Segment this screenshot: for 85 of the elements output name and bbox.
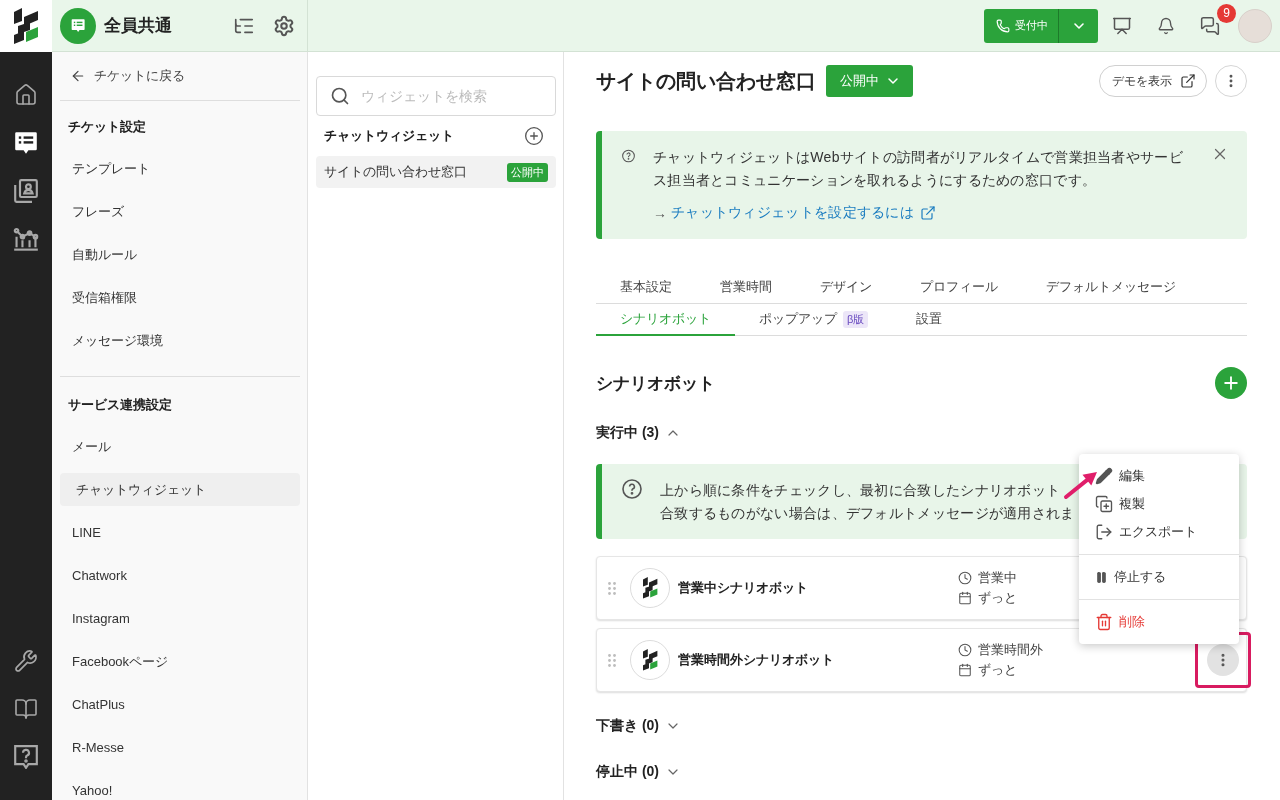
sidebar-item[interactable]: メッセージ環境 bbox=[60, 324, 300, 357]
workspace-title: 全員共通 bbox=[104, 15, 173, 37]
group-toggle[interactable]: 下書き (0) bbox=[596, 714, 681, 738]
tab[interactable]: ポップアップ β版 bbox=[735, 304, 893, 336]
plus-circle-icon bbox=[524, 126, 544, 146]
bot-name: 営業中シナリオボット bbox=[678, 579, 809, 597]
notice-text: 上から順に条件をチェックし、最初に合致したシナリオボット bbox=[660, 481, 1061, 500]
clock-icon bbox=[958, 571, 972, 585]
period-text: ずっと bbox=[978, 661, 1017, 679]
page-title: サイトの問い合わせ窓口 bbox=[596, 68, 816, 94]
help-icon bbox=[14, 745, 38, 769]
tab[interactable]: デザイン bbox=[796, 272, 896, 304]
tab[interactable]: プロフィール bbox=[896, 272, 1022, 304]
sidebar-item[interactable]: チャットウィジェット bbox=[60, 473, 300, 506]
sidebar-item[interactable]: フレーズ bbox=[60, 195, 300, 228]
home-icon bbox=[14, 83, 38, 107]
settings-icon bbox=[273, 14, 295, 37]
status-dropdown-button[interactable] bbox=[1058, 8, 1098, 43]
sidebar-item[interactable]: Facebookページ bbox=[60, 645, 300, 678]
section-title: シナリオボット bbox=[596, 372, 715, 395]
back-link[interactable]: チケットに戻る bbox=[60, 52, 300, 100]
pencil-icon bbox=[1095, 467, 1113, 485]
sidebar-item[interactable]: Chatwork bbox=[60, 559, 300, 592]
notice-text: チャットウィジェットはWebサイトの訪問者がリアルタイムで営業担当者やサービス担当者とコミュニケーションを取れるようにするための窓口です。 bbox=[653, 148, 1184, 190]
status-badge: 公開中 bbox=[507, 162, 548, 182]
message-card-icon bbox=[14, 131, 38, 155]
plus-icon bbox=[1221, 373, 1241, 393]
chat-bubbles-icon bbox=[1200, 15, 1220, 36]
widget-list-item[interactable]: サイトの問い合わせ窓口 公開中 bbox=[316, 156, 556, 188]
notice-text: 合致するものがない場合は、デフォルトメッセージが適用されま bbox=[660, 504, 1075, 523]
question-icon bbox=[622, 479, 642, 499]
sidebar-item[interactable]: R-Messe bbox=[60, 731, 300, 764]
sidebar-item[interactable]: 受信箱権限 bbox=[60, 281, 300, 314]
sidebar-item[interactable]: Instagram bbox=[60, 602, 300, 635]
bot-logo-icon bbox=[630, 640, 670, 680]
pause-icon bbox=[1095, 570, 1108, 584]
section-title: チケット設定 bbox=[67, 118, 147, 136]
add-button[interactable] bbox=[1215, 367, 1247, 399]
group-toggle[interactable]: 実行中 (3) bbox=[596, 421, 681, 445]
tab[interactable]: デフォルトメッセージ bbox=[1022, 272, 1200, 304]
demo-button[interactable]: デモを表示 bbox=[1099, 65, 1207, 97]
sidebar-item[interactable]: 自動ルール bbox=[60, 238, 300, 271]
schedule-text: 営業中 bbox=[978, 569, 1017, 587]
chart-icon bbox=[13, 227, 39, 251]
external-link-icon bbox=[1180, 73, 1196, 89]
sidebar-item[interactable]: テンプレート bbox=[60, 152, 300, 185]
open-book-icon bbox=[14, 697, 38, 721]
group-toggle[interactable]: 停止中 (0) bbox=[596, 760, 681, 784]
message-card-icon bbox=[60, 7, 96, 44]
wrench-icon bbox=[14, 649, 38, 673]
search-icon bbox=[330, 86, 350, 106]
sidebar-item[interactable]: ChatPlus bbox=[60, 688, 300, 721]
copy-plus-icon bbox=[1095, 495, 1113, 513]
arrow-text: → bbox=[653, 205, 667, 221]
beta-badge: β版 bbox=[843, 310, 869, 328]
contact-card-icon bbox=[14, 179, 38, 203]
external-link-icon bbox=[920, 205, 937, 221]
sidebar-item[interactable]: メール bbox=[60, 430, 300, 463]
phone-icon bbox=[996, 18, 1010, 33]
widget-name: サイトの問い合わせ窓口 bbox=[324, 163, 467, 181]
schedule-text: 営業時間外 bbox=[978, 641, 1043, 659]
search-field[interactable]: ウィジェットを検索 bbox=[316, 76, 556, 116]
trash-icon bbox=[1095, 613, 1113, 631]
add-widget-button[interactable] bbox=[524, 126, 544, 146]
calendar-icon bbox=[958, 663, 972, 677]
bell-icon bbox=[1157, 16, 1175, 35]
sidebar-item[interactable]: Yahoo! bbox=[60, 774, 300, 800]
bot-logo-icon bbox=[630, 568, 670, 608]
drag-handle-icon[interactable] bbox=[608, 653, 616, 667]
section-title: サービス連携設定 bbox=[67, 396, 173, 414]
sidebar-item[interactable]: LINE bbox=[60, 516, 300, 549]
presentation-board-icon bbox=[1112, 15, 1132, 36]
tab[interactable]: 基本設定 bbox=[596, 272, 696, 304]
pointer-arrow bbox=[1063, 469, 1099, 500]
period-text: ずっと bbox=[978, 589, 1017, 607]
calendar-icon bbox=[958, 591, 972, 605]
drag-handle-icon[interactable] bbox=[608, 581, 616, 595]
clock-icon bbox=[958, 643, 972, 657]
bot-name: 営業時間外シナリオボット bbox=[678, 651, 835, 669]
notification-badge: 9 bbox=[1217, 3, 1236, 23]
setup-link[interactable]: チャットウィジェットを設定するには bbox=[671, 204, 937, 222]
tab[interactable]: 営業時間 bbox=[696, 272, 796, 304]
tab[interactable]: 設置 bbox=[892, 304, 967, 336]
app-logo[interactable] bbox=[14, 8, 38, 44]
list-title: チャットウィジェット bbox=[324, 127, 454, 145]
